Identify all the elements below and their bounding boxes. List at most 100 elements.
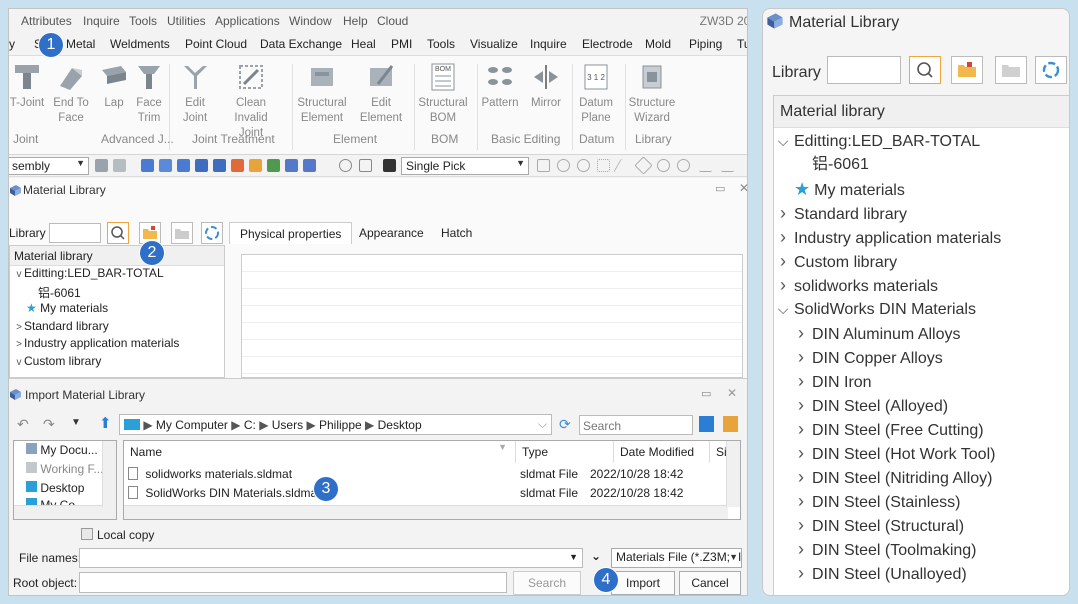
chevron-right-icon[interactable]: › (794, 345, 808, 369)
line-icon[interactable] (613, 159, 634, 172)
tree-item-custom-library[interactable]: v Custom library (10, 354, 224, 372)
tab-tools[interactable]: Tools (427, 37, 455, 51)
nav-vertical-scrollbar[interactable] (102, 441, 116, 507)
breadcrumb-c[interactable]: C: (244, 418, 256, 432)
zoom-tree-item[interactable]: ★ My materials (774, 177, 1069, 201)
menu-tools[interactable]: Tools (129, 14, 157, 28)
tree-item-my-materials[interactable]: ★ My materials (10, 301, 224, 319)
tree-item-al6061[interactable]: 铝-6061 (10, 284, 224, 302)
tab-heal[interactable]: Heal (351, 37, 376, 51)
tab-partial-left[interactable]: y (9, 37, 15, 51)
tab-pmi[interactable]: PMI (391, 37, 412, 51)
view-icon[interactable] (141, 159, 154, 172)
menu-inquire[interactable]: Inquire (83, 14, 120, 28)
file-row[interactable]: solidworks materials.sldmat sldmat File … (128, 467, 718, 485)
tab-weldments[interactable]: Weldments (110, 37, 170, 51)
chevron-right-icon[interactable]: › (794, 321, 808, 345)
chevron-down-icon[interactable]: ⌵ (776, 129, 790, 153)
chevron-right-icon[interactable]: › (794, 417, 808, 441)
stop-icon[interactable] (383, 159, 396, 172)
import-button[interactable]: Import (611, 571, 675, 595)
chevron-right-icon[interactable]: › (776, 249, 790, 273)
chevron-right-icon[interactable]: › (776, 273, 790, 297)
breadcrumb-users[interactable]: Users (272, 418, 303, 432)
tab-data-exchange[interactable]: Data Exchange (260, 37, 342, 51)
play-icon[interactable] (577, 159, 590, 172)
column-name[interactable]: Name ▼ (124, 441, 516, 463)
cursor-icon[interactable] (537, 159, 550, 172)
chevron-right-icon[interactable]: › (776, 201, 790, 225)
chevron-right-icon[interactable]: › (794, 465, 808, 489)
wave2-icon[interactable] (721, 159, 734, 172)
tab-physical-properties[interactable]: Physical properties (229, 222, 353, 244)
zoom-tree-item[interactable]: › DIN Aluminum Alloys (774, 321, 1069, 345)
view4-icon[interactable] (195, 159, 208, 172)
zoom-tree-item[interactable]: › Standard library (774, 201, 1069, 225)
history-dropdown-icon[interactable]: ▼ (71, 417, 81, 428)
chevron-right-icon[interactable]: › (794, 537, 808, 561)
library-input[interactable] (49, 223, 101, 243)
circle-icon[interactable] (657, 159, 670, 172)
cancel-button[interactable]: Cancel (679, 571, 741, 595)
chevron-right-icon[interactable]: › (794, 369, 808, 393)
bracket-icon[interactable] (359, 159, 372, 172)
edit-joint-button[interactable]: Edit Joint (165, 62, 225, 126)
list-icon[interactable] (249, 159, 262, 172)
zoom-library-input[interactable] (827, 56, 901, 84)
zoom-tree-item[interactable]: › DIN Steel (Alloyed) (774, 393, 1069, 417)
chevron-right-icon[interactable]: › (794, 561, 808, 585)
refresh-button[interactable] (201, 222, 223, 244)
edit-element-button[interactable]: Edit Element (351, 62, 411, 126)
structure-wizard-button[interactable]: Structure Wizard (622, 62, 682, 126)
datum-plane-button[interactable]: 3 1 2 Datum Plane (566, 62, 626, 126)
view-mode-icon[interactable] (699, 416, 714, 432)
search-button[interactable]: Search (513, 571, 581, 595)
tab-metal[interactable]: Metal (66, 37, 95, 51)
nav-working-folder[interactable]: Working F... (14, 460, 116, 479)
tree-item-industry-application[interactable]: > Industry application materials (10, 336, 224, 354)
rotate-icon[interactable] (339, 159, 352, 172)
tree-item-standard-library[interactable]: > Standard library (10, 319, 224, 337)
address-bar[interactable]: ▶ My Computer ▶ C: ▶ Users ▶ Philippe ▶ … (119, 414, 552, 435)
structural-bom-button[interactable]: BOM Structural BOM (413, 62, 473, 126)
breadcrumb-my-computer[interactable]: My Computer (156, 418, 228, 432)
zoom-search-button[interactable] (909, 56, 941, 84)
zoom-tree-item[interactable]: › Industry application materials (774, 225, 1069, 249)
search-button[interactable] (107, 222, 129, 244)
zoom-refresh-button[interactable] (1035, 56, 1067, 84)
zoom-tree-item[interactable]: › DIN Steel (Structural) (774, 513, 1069, 537)
image-icon[interactable] (267, 159, 280, 172)
chevron-right-icon[interactable]: › (794, 393, 808, 417)
view2-icon[interactable] (159, 159, 172, 172)
nav-desktop[interactable]: Desktop (14, 479, 116, 498)
file-list-horizontal-scrollbar[interactable] (124, 505, 728, 519)
filter-icon[interactable] (95, 159, 108, 172)
zoom-tree-item[interactable]: › DIN Steel (Nitriding Alloy) (774, 465, 1069, 489)
zoom-export-button[interactable] (995, 56, 1027, 84)
export-library-button[interactable] (171, 222, 193, 244)
forward-icon[interactable]: ↷ (43, 416, 55, 433)
zoom-tree-item[interactable]: › DIN Steel (Toolmaking) (774, 537, 1069, 561)
chevron-right-icon[interactable]: › (794, 441, 808, 465)
zoom-tree-item[interactable]: › DIN Steel (Unalloyed) (774, 561, 1069, 585)
clean-invalid-joint-button[interactable]: Clean Invalid Joint (221, 62, 281, 141)
menu-cloud[interactable]: Cloud (377, 14, 408, 28)
view5-icon[interactable] (213, 159, 226, 172)
tab-mold[interactable]: Mold (645, 37, 671, 51)
tab-electrode[interactable]: Electrode (582, 37, 633, 51)
double-chevron-icon[interactable]: ⌄ (591, 549, 601, 563)
root-object-input[interactable] (79, 572, 507, 593)
tab-partial-right[interactable]: Tu (737, 37, 747, 51)
chevron-down-icon[interactable]: ⌵ (538, 417, 547, 432)
back-icon[interactable]: ↶ (17, 416, 29, 433)
menu-attributes[interactable]: Attributes (21, 14, 72, 28)
file-list-vertical-scrollbar[interactable] (726, 441, 740, 507)
close-icon[interactable]: ✕ (727, 386, 737, 400)
diamond-icon[interactable] (634, 156, 653, 175)
tab-point-cloud[interactable]: Point Cloud (185, 37, 247, 51)
pick-mode-combo[interactable]: Single Pick ▼ (401, 157, 529, 175)
comment-icon[interactable]: ▭ (701, 387, 711, 400)
tab-visualize[interactable]: Visualize (470, 37, 518, 51)
column-date-modified[interactable]: Date Modified (614, 441, 710, 463)
cube-icon[interactable] (285, 159, 298, 172)
